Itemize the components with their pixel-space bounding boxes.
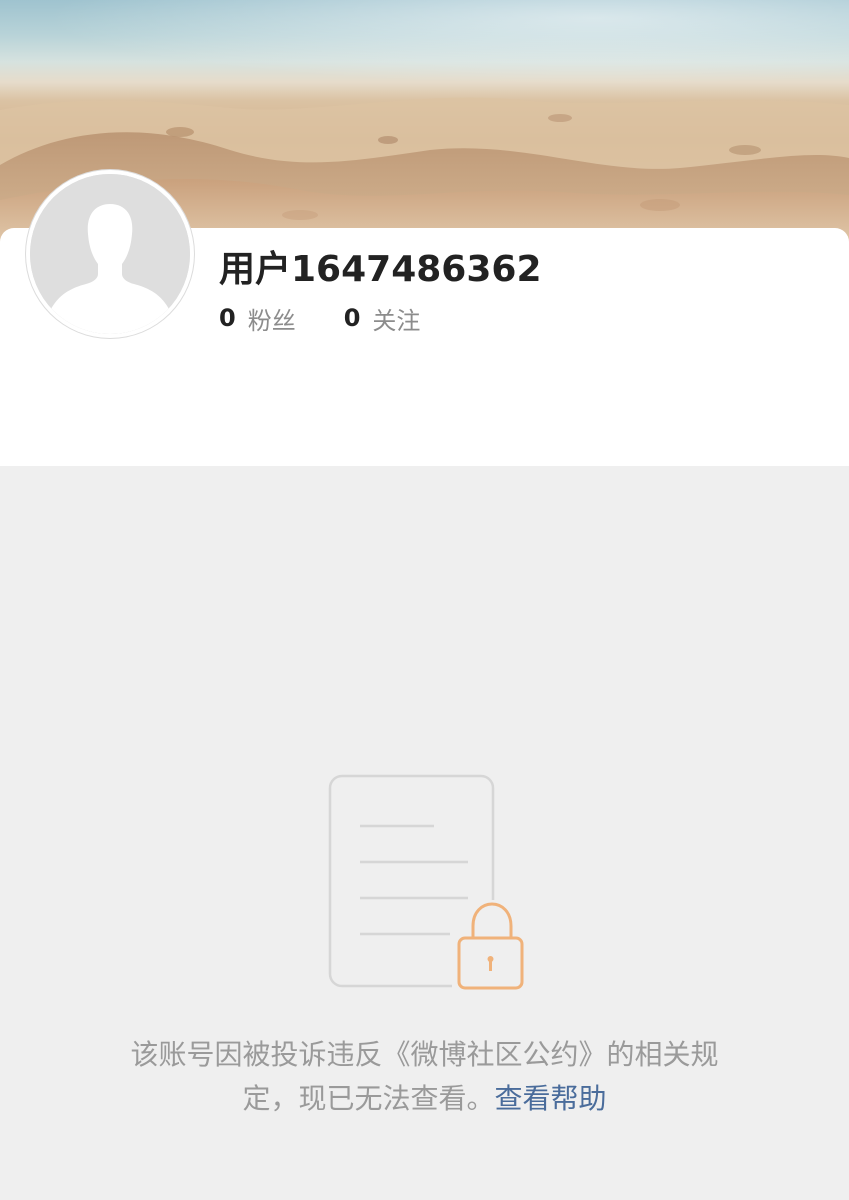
followers-stat[interactable]: 0 粉丝 [219, 301, 296, 336]
following-label: 关注 [372, 306, 421, 335]
avatar[interactable] [26, 170, 194, 338]
following-count: 0 [343, 304, 361, 332]
followers-label: 粉丝 [247, 306, 296, 335]
username: 用户1647486362 [219, 249, 542, 290]
blocked-account-message: 该账号因被投诉违反《微博社区公约》的相关规 定，现已无法查看。查看帮助 [70, 1033, 779, 1121]
following-stat[interactable]: 0 关注 [344, 301, 421, 336]
help-link[interactable]: 查看帮助 [495, 1082, 607, 1115]
blocked-message-line-1: 该账号因被投诉违反《微博社区公约》的相关规 [130, 1038, 719, 1071]
document-lock-icon [322, 770, 532, 1000]
followers-count: 0 [219, 304, 236, 332]
default-avatar-icon [30, 174, 190, 334]
blocked-message-text: 定，现已无法查看。 [242, 1082, 495, 1115]
blocked-message-line-2: 定，现已无法查看。查看帮助 [70, 1077, 779, 1121]
profile-stats: 0 粉丝 0 关注 [219, 300, 468, 336]
